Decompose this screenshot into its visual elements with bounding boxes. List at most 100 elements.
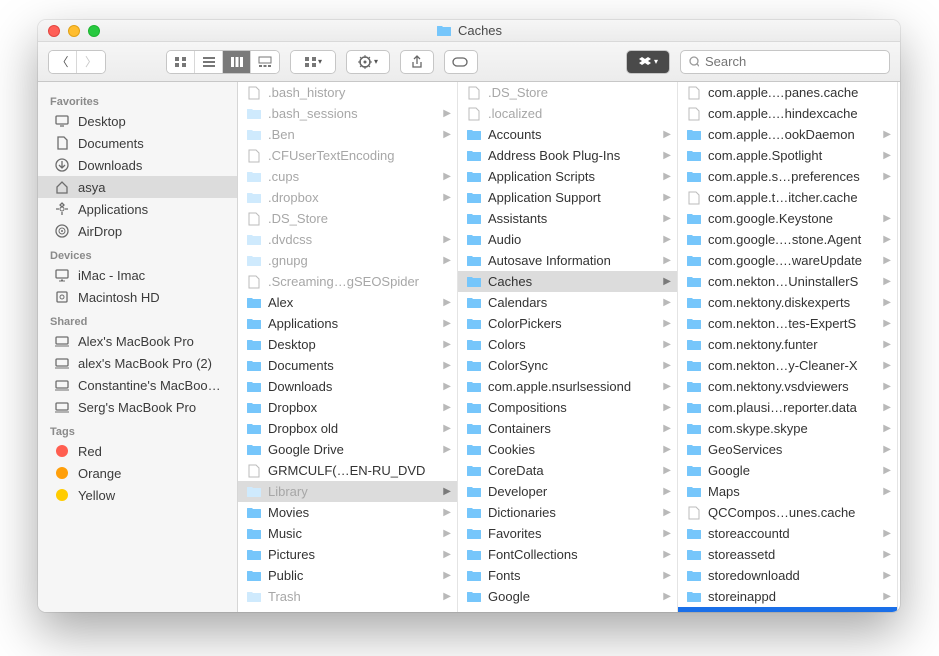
list-item[interactable]: QCCompos…unes.cache [678, 502, 897, 523]
close-button[interactable] [48, 25, 60, 37]
sidebar-item[interactable]: alex's MacBook Pro (2) [38, 352, 237, 374]
action-button[interactable]: ▾ [346, 50, 390, 74]
sidebar-item[interactable]: Alex's MacBook Pro [38, 330, 237, 352]
list-item[interactable]: Applications▶ [238, 313, 457, 334]
list-item[interactable]: Google▶ [458, 586, 677, 607]
list-item[interactable]: com.apple.…panes.cache [678, 82, 897, 103]
list-item[interactable]: storeassetd▶ [678, 544, 897, 565]
list-item[interactable]: Maps▶ [678, 481, 897, 502]
list-item[interactable]: Address Book Plug-Ins▶ [458, 145, 677, 166]
list-item[interactable]: Cookies▶ [458, 439, 677, 460]
list-item[interactable]: ColorSync▶ [458, 355, 677, 376]
list-item[interactable]: Autosave Information▶ [458, 250, 677, 271]
list-item[interactable]: com.nektony.diskexperts▶ [678, 292, 897, 313]
list-item[interactable]: Library▶ [238, 481, 457, 502]
search-field[interactable] [680, 50, 890, 74]
list-item[interactable]: .bash_sessions▶ [238, 103, 457, 124]
list-item[interactable]: GRMCULF(…EN-RU_DVD [238, 460, 457, 481]
list-item[interactable]: com.plausi…reporter.data▶ [678, 397, 897, 418]
list-item[interactable]: Group Containers▶ [458, 607, 677, 612]
list-item[interactable]: yahoo.messenger.iris▶ [678, 607, 897, 612]
list-item[interactable]: com.google.Keystone▶ [678, 208, 897, 229]
list-item[interactable]: com.google.…stone.Agent▶ [678, 229, 897, 250]
arrange-button[interactable]: ▾ [291, 51, 335, 73]
sidebar-item[interactable]: Macintosh HD [38, 286, 237, 308]
view-list-button[interactable] [195, 51, 223, 73]
list-item[interactable]: .cups▶ [238, 166, 457, 187]
list-item[interactable]: Movies▶ [238, 502, 457, 523]
sidebar-item[interactable]: Downloads [38, 154, 237, 176]
list-item[interactable]: Downloads▶ [238, 376, 457, 397]
sidebar-item[interactable]: Constantine's MacBoo… [38, 374, 237, 396]
view-column-button[interactable] [223, 51, 251, 73]
sidebar-item[interactable]: Serg's MacBook Pro [38, 396, 237, 418]
list-item[interactable]: CoreData▶ [458, 460, 677, 481]
list-item[interactable]: .CFUserTextEncoding [238, 145, 457, 166]
sidebar-item[interactable]: Documents [38, 132, 237, 154]
list-item[interactable]: Audio▶ [458, 229, 677, 250]
list-item[interactable]: .DS_Store [238, 208, 457, 229]
list-item[interactable]: storeaccountd▶ [678, 523, 897, 544]
list-item[interactable]: Colors▶ [458, 334, 677, 355]
list-item[interactable]: Dictionaries▶ [458, 502, 677, 523]
tags-button[interactable] [444, 50, 478, 74]
list-item[interactable]: Favorites▶ [458, 523, 677, 544]
list-item[interactable]: ColorPickers▶ [458, 313, 677, 334]
titlebar[interactable]: Caches [38, 20, 900, 42]
list-item[interactable]: Containers▶ [458, 418, 677, 439]
list-item[interactable]: Compositions▶ [458, 397, 677, 418]
list-item[interactable]: GeoServices▶ [678, 439, 897, 460]
list-item[interactable]: com.nekton…UninstallerS▶ [678, 271, 897, 292]
browser-column[interactable]: .DS_Store.localizedAccounts▶Address Book… [458, 82, 678, 612]
list-item[interactable]: com.apple.…ookDaemon▶ [678, 124, 897, 145]
list-item[interactable]: com.nektony.vsdviewers▶ [678, 376, 897, 397]
list-item[interactable]: .DS_Store [458, 82, 677, 103]
sidebar-item[interactable]: Red [38, 440, 237, 462]
sidebar-item[interactable]: Orange [38, 462, 237, 484]
list-item[interactable]: Accounts▶ [458, 124, 677, 145]
back-button[interactable]: 〈 [49, 51, 77, 73]
list-item[interactable]: storeinappd▶ [678, 586, 897, 607]
list-item[interactable]: com.apple.t…itcher.cache [678, 187, 897, 208]
list-item[interactable]: Developer▶ [458, 481, 677, 502]
list-item[interactable]: Google Drive▶ [238, 439, 457, 460]
list-item[interactable]: .dropbox▶ [238, 187, 457, 208]
zoom-button[interactable] [88, 25, 100, 37]
sidebar-item[interactable]: iMac - Imac [38, 264, 237, 286]
list-item[interactable]: .Ben▶ [238, 124, 457, 145]
list-item[interactable]: com.nekton…tes-ExpertS▶ [678, 313, 897, 334]
list-item[interactable]: .dvdcss▶ [238, 229, 457, 250]
list-item[interactable]: Dropbox old▶ [238, 418, 457, 439]
sidebar-item[interactable]: Yellow [38, 484, 237, 506]
list-item[interactable]: Google▶ [678, 460, 897, 481]
list-item[interactable]: .gnupg▶ [238, 250, 457, 271]
list-item[interactable]: com.nekton…y-Cleaner-X▶ [678, 355, 897, 376]
sidebar-item[interactable]: AirDrop [38, 220, 237, 242]
list-item[interactable]: storedownloadd▶ [678, 565, 897, 586]
list-item[interactable]: FontCollections▶ [458, 544, 677, 565]
list-item[interactable]: .bash_history [238, 82, 457, 103]
list-item[interactable]: Documents▶ [238, 355, 457, 376]
view-gallery-button[interactable] [251, 51, 279, 73]
list-item[interactable]: com.apple.…hindexcache [678, 103, 897, 124]
list-item[interactable]: Trash▶ [238, 586, 457, 607]
list-item[interactable]: Public▶ [238, 565, 457, 586]
list-item[interactable]: com.apple.s…preferences▶ [678, 166, 897, 187]
list-item[interactable]: Music▶ [238, 523, 457, 544]
list-item[interactable]: Alex▶ [238, 292, 457, 313]
list-item[interactable]: com.apple.Spotlight▶ [678, 145, 897, 166]
list-item[interactable]: com.nektony.funter▶ [678, 334, 897, 355]
list-item[interactable]: Dropbox▶ [238, 397, 457, 418]
browser-column[interactable]: .bash_history.bash_sessions▶.Ben▶.CFUser… [238, 82, 458, 612]
list-item[interactable]: .localized [458, 103, 677, 124]
view-icon-button[interactable] [167, 51, 195, 73]
share-button[interactable] [400, 50, 434, 74]
list-item[interactable]: Assistants▶ [458, 208, 677, 229]
list-item[interactable]: Fonts▶ [458, 565, 677, 586]
sidebar-item[interactable]: Desktop [38, 110, 237, 132]
list-item[interactable]: .Screaming…gSEOSpider [238, 271, 457, 292]
search-input[interactable] [705, 54, 881, 69]
list-item[interactable]: Caches▶ [458, 271, 677, 292]
browser-column[interactable]: com.apple.…panes.cachecom.apple.…hindexc… [678, 82, 898, 612]
list-item[interactable]: Application Scripts▶ [458, 166, 677, 187]
